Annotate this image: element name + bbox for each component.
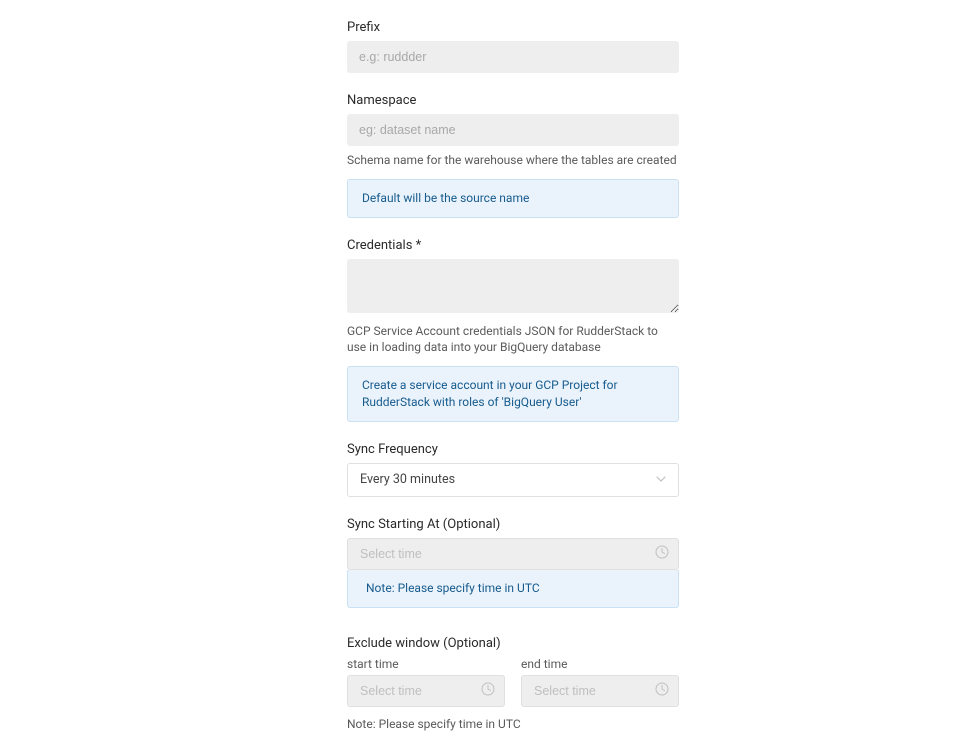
exclude-window-field-group: Exclude window (Optional) start time end… [347,636,679,731]
credentials-label: Credentials * [347,238,679,253]
sync-starting-at-label: Sync Starting At (Optional) [347,517,679,532]
sync-starting-at-info-box: Note: Please specify time in UTC [347,570,679,608]
sync-frequency-label: Sync Frequency [347,442,679,457]
namespace-field-group: Namespace Schema name for the warehouse … [347,93,679,218]
prefix-field-group: Prefix [347,20,679,73]
exclude-window-label: Exclude window (Optional) [347,636,679,651]
exclude-window-row: start time end time [347,657,679,707]
prefix-label: Prefix [347,20,679,35]
credentials-textarea[interactable] [347,259,679,313]
chevron-down-icon [656,474,666,485]
namespace-info-box: Default will be the source name [347,179,679,218]
exclude-window-end-wrapper [521,675,679,707]
exclude-window-start-wrapper [347,675,505,707]
credentials-helper: GCP Service Account credentials JSON for… [347,323,679,357]
exclude-window-start-col: start time [347,657,505,707]
sync-frequency-select[interactable]: Every 30 minutes [347,463,679,497]
sync-starting-at-wrapper [347,538,679,570]
form-container: Prefix Namespace Schema name for the war… [347,0,679,731]
sync-frequency-field-group: Sync Frequency Every 30 minutes [347,442,679,497]
credentials-info-box: Create a service account in your GCP Pro… [347,366,679,422]
namespace-helper: Schema name for the warehouse where the … [347,152,679,169]
exclude-window-end-input[interactable] [521,675,679,707]
exclude-window-end-label: end time [521,657,679,671]
credentials-field-group: Credentials * GCP Service Account creden… [347,238,679,422]
exclude-window-start-input[interactable] [347,675,505,707]
sync-frequency-value: Every 30 minutes [360,472,455,487]
exclude-window-note: Note: Please specify time in UTC [347,717,679,731]
prefix-input[interactable] [347,41,679,73]
namespace-label: Namespace [347,93,679,108]
sync-starting-at-field-group: Sync Starting At (Optional) Note: Please… [347,517,679,608]
exclude-window-start-label: start time [347,657,505,671]
exclude-window-end-col: end time [521,657,679,707]
namespace-input[interactable] [347,114,679,146]
sync-starting-at-input[interactable] [347,538,679,570]
